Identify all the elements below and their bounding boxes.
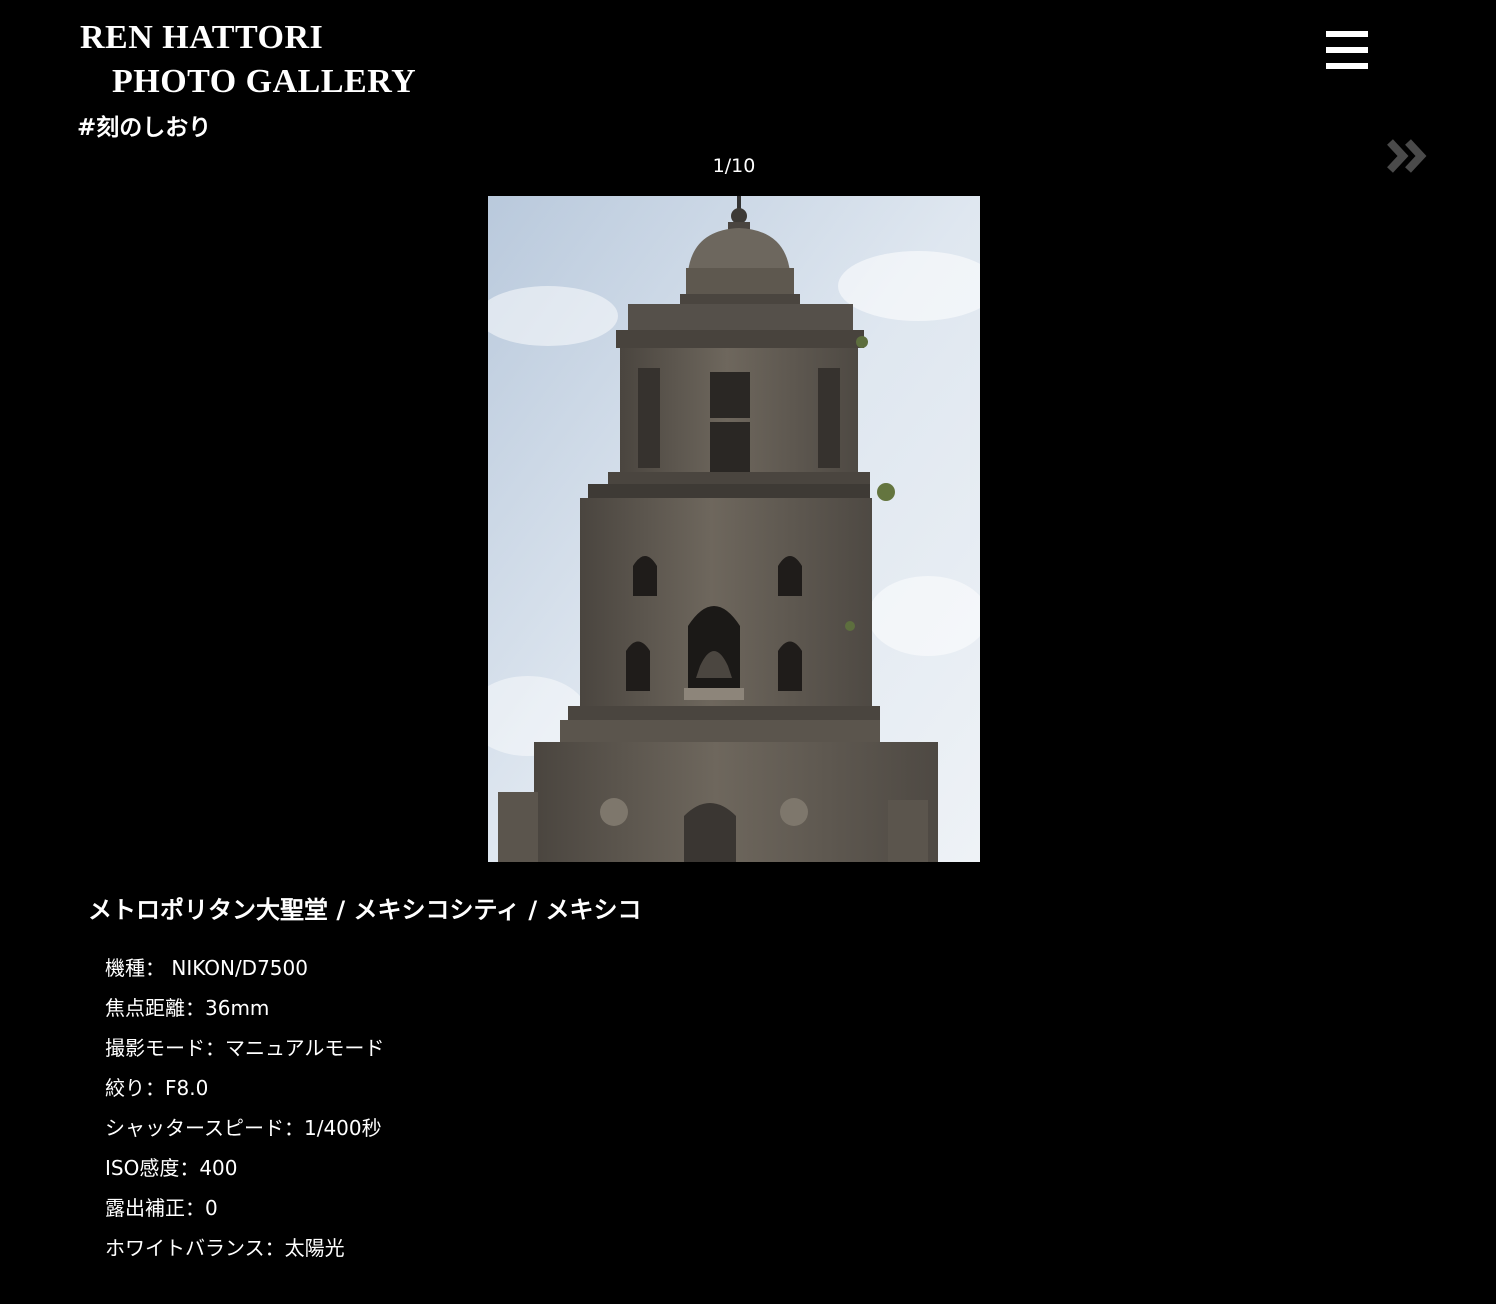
spec-iso: ISO感度：400 [105,1156,238,1180]
spec-shooting-mode: 撮影モード：マニュアルモード [105,1036,385,1060]
spec-focal-length: 焦点距離：36mm [105,996,270,1020]
double-chevron-right-icon[interactable] [1386,138,1428,174]
site-logo[interactable]: REN HATTORI PHOTO GALLERY [80,16,416,104]
photo-title: メトロポリタン大聖堂 / メキシコシティ / メキシコ [88,896,642,924]
logo-line-1: REN HATTORI [80,19,324,56]
bell-tower-photo[interactable] [488,196,980,862]
tagline[interactable]: #刻のしおり [77,108,211,142]
photo-specs: 機種： NIKON/D7500 焦点距離：36mm 撮影モード：マニュアルモード… [105,950,384,1270]
spec-shutter-speed: シャッタースピード：1/400秒 [105,1116,382,1140]
hamburger-menu-icon[interactable] [1326,30,1368,70]
photo-counter: 1/10 [712,155,756,177]
spec-exposure-compensation: 露出補正：0 [105,1196,218,1220]
gallery-page: REN HATTORI PHOTO GALLERY #刻のしおり 1/10 メト… [0,0,1496,1304]
spec-white-balance: ホワイトバランス：太陽光 [105,1236,345,1260]
spec-aperture: 絞り：F8.0 [105,1076,209,1100]
logo-line-2: PHOTO GALLERY [112,63,417,100]
spec-camera: 機種： NIKON/D7500 [105,956,308,980]
